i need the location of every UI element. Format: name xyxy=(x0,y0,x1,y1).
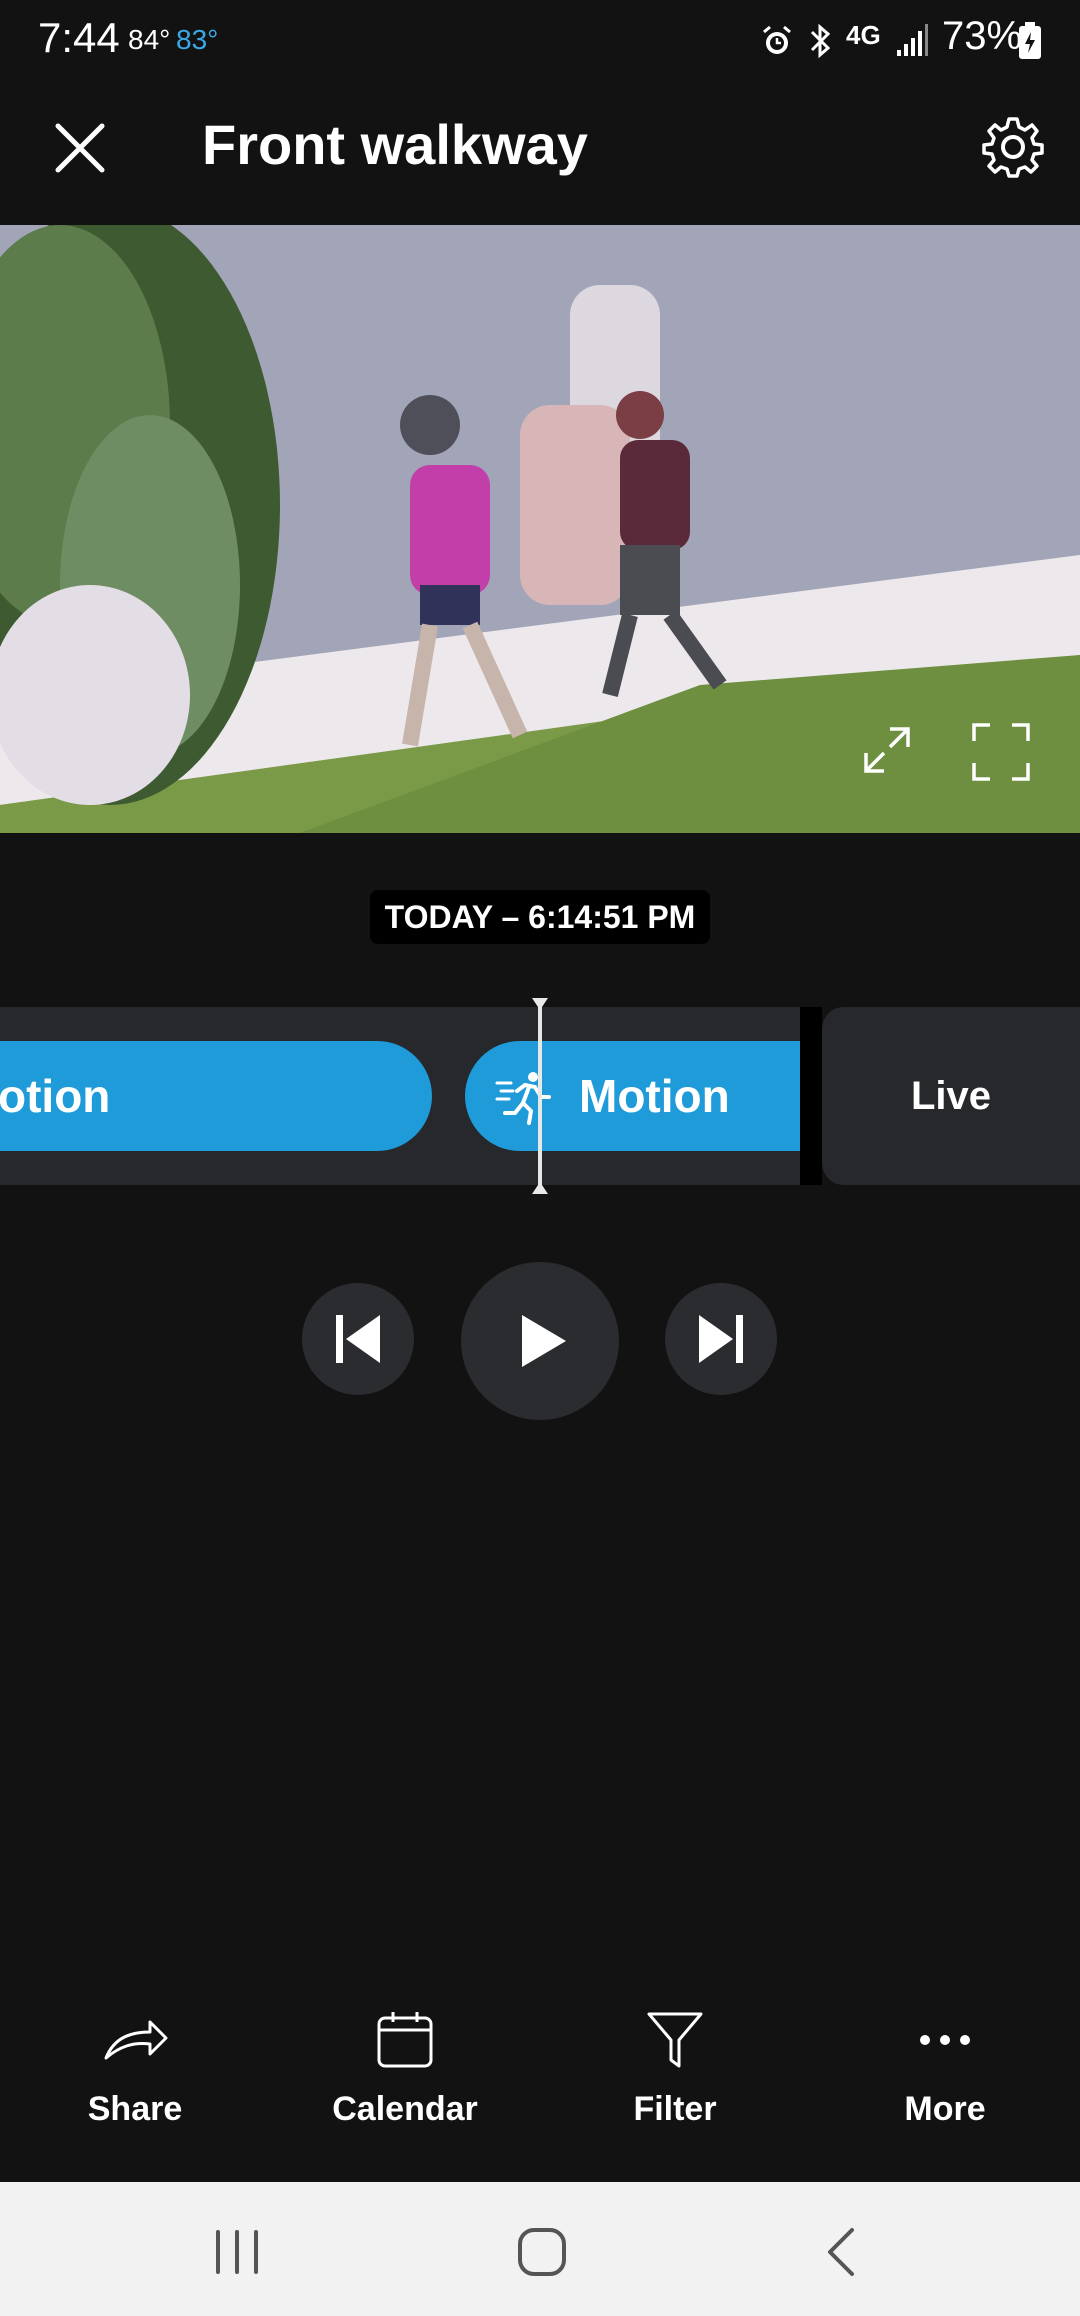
status-temp-low: 83° xyxy=(176,24,219,55)
filter-button[interactable]: Filter xyxy=(560,2010,790,2160)
motion-event-label: Motion xyxy=(579,1070,730,1122)
status-temp-high: 84° xyxy=(128,24,171,55)
bluetooth-icon xyxy=(810,23,831,59)
play-button[interactable] xyxy=(461,1262,619,1420)
more-icon xyxy=(920,2035,970,2045)
playhead-top-marker xyxy=(532,998,548,1010)
fullscreen-button[interactable] xyxy=(972,723,1030,781)
filter-label: Filter xyxy=(633,2090,717,2128)
share-button[interactable]: Share xyxy=(20,2010,250,2160)
recent-apps-button[interactable] xyxy=(206,2222,268,2282)
status-time: 7:44 xyxy=(38,14,120,61)
expand-icon xyxy=(864,727,910,773)
back-icon xyxy=(828,2228,854,2276)
close-button[interactable] xyxy=(48,116,112,180)
more-button[interactable]: More xyxy=(830,2010,1060,2160)
fullscreen-icon xyxy=(972,723,1030,781)
event-timestamp: TODAY – 6:14:51 PM xyxy=(370,890,710,944)
live-button[interactable]: Live xyxy=(822,1007,1080,1185)
skip-next-button[interactable] xyxy=(665,1283,777,1395)
skip-previous-button[interactable] xyxy=(302,1283,414,1395)
playhead-bottom-marker xyxy=(532,1182,548,1194)
status-bar: 7:44 84° 83° 4G 73% xyxy=(0,0,1080,80)
home-button[interactable] xyxy=(510,2220,574,2284)
battery-icon xyxy=(1019,22,1041,59)
home-icon xyxy=(518,2228,566,2276)
skip-previous-icon xyxy=(336,1315,380,1363)
running-person-icon xyxy=(495,1072,551,1125)
share-label: Share xyxy=(87,2090,183,2128)
calendar-label: Calendar xyxy=(332,2090,478,2128)
more-label: More xyxy=(904,2090,986,2128)
system-navigation-bar xyxy=(0,2182,1080,2316)
event-timeline[interactable]: otion Motion xyxy=(0,1007,800,1185)
motion-event-clip[interactable]: otion xyxy=(0,1041,432,1151)
motion-event-label: otion xyxy=(0,1070,111,1122)
page-title: Front walkway xyxy=(202,113,588,176)
motion-event-clip[interactable]: Motion xyxy=(465,1041,800,1151)
playhead[interactable] xyxy=(532,998,548,1194)
close-icon xyxy=(55,123,105,173)
back-button[interactable] xyxy=(812,2222,872,2282)
recent-apps-icon xyxy=(216,2230,258,2274)
timeline-divider xyxy=(800,1007,822,1185)
calendar-button[interactable]: Calendar xyxy=(290,2010,520,2160)
4g-icon: 4G xyxy=(846,20,881,50)
calendar-icon xyxy=(377,2012,433,2068)
play-icon xyxy=(522,1315,566,1367)
signal-icon xyxy=(897,24,928,56)
settings-button[interactable] xyxy=(980,114,1046,180)
battery-percent: 73% xyxy=(942,14,1023,58)
alarm-icon xyxy=(763,25,791,54)
share-icon xyxy=(104,2020,168,2060)
expand-button[interactable] xyxy=(862,725,912,775)
video-player[interactable] xyxy=(0,225,1080,833)
filter-icon xyxy=(647,2012,703,2068)
gear-icon xyxy=(982,117,1044,178)
video-frame xyxy=(0,225,1080,833)
skip-next-icon xyxy=(699,1315,743,1363)
